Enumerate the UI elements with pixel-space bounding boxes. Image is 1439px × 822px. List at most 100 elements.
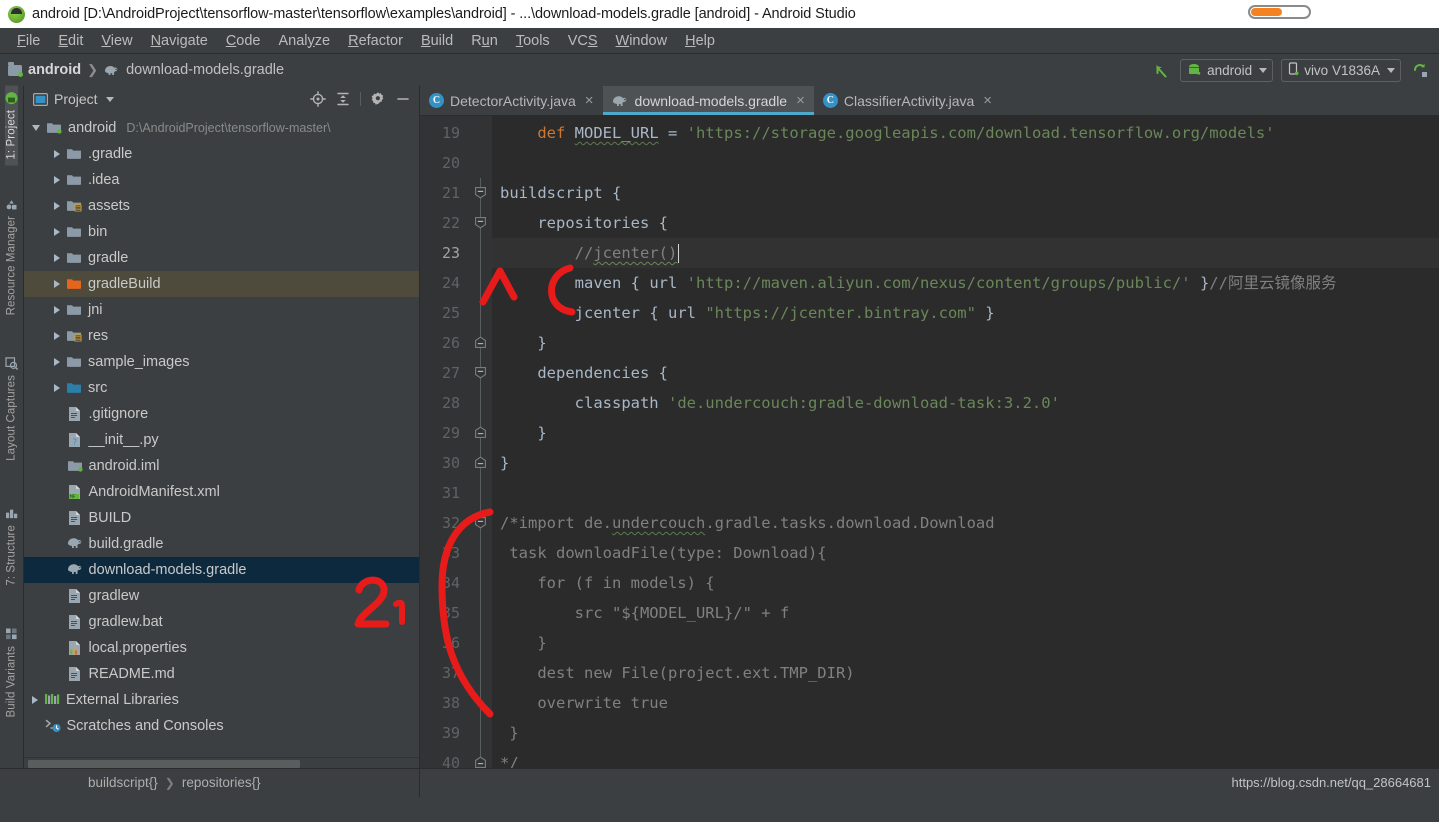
tree-node-idea[interactable]: .idea <box>24 167 419 193</box>
code-text[interactable]: def MODEL_URL = 'https://storage.googlea… <box>492 116 1439 768</box>
device-selector[interactable]: vivo V1836A <box>1281 58 1401 82</box>
code-line[interactable]: repositories { <box>492 208 1439 238</box>
minimize-icon[interactable] <box>395 91 411 107</box>
breadcrumb-file[interactable]: download-models.gradle <box>104 62 284 78</box>
tree-node-android[interactable]: android D:\AndroidProject\tensorflow-mast… <box>24 115 419 141</box>
breadcrumb-module[interactable]: android <box>8 61 81 78</box>
menu-item-view[interactable]: View <box>92 31 141 51</box>
menu-item-help[interactable]: Help <box>676 31 724 51</box>
chevron-right-icon[interactable] <box>32 696 38 704</box>
tree-node-gradle[interactable]: gradle <box>24 245 419 271</box>
chevron-right-icon[interactable] <box>54 332 60 340</box>
code-line[interactable]: dest new File(project.ext.TMP_DIR) <box>492 658 1439 688</box>
tree-node-gradlew[interactable]: gradlew <box>24 583 419 609</box>
code-line[interactable]: } <box>492 328 1439 358</box>
menu-item-window[interactable]: Window <box>607 31 677 51</box>
menu-item-analyze[interactable]: Analyze <box>270 31 340 51</box>
tree-node-androidmanifest-xml[interactable]: MF AndroidManifest.xml <box>24 479 419 505</box>
code-line[interactable]: jcenter { url "https://jcenter.bintray.c… <box>492 298 1439 328</box>
editor-tab-detectoractivity-java[interactable]: C DetectorActivity.java × <box>420 86 603 115</box>
fold-expand-icon[interactable] <box>474 456 487 469</box>
project-tree[interactable]: android D:\AndroidProject\tensorflow-mast… <box>24 112 419 757</box>
close-icon[interactable]: × <box>585 93 594 108</box>
code-editor[interactable]: 19 20 21 22 23 24 25 26 27 28 29 30 31 32 33 34 35 36 37 38… <box>420 116 1439 768</box>
tree-node-android-iml[interactable]: android.iml <box>24 453 419 479</box>
tree-node-download-models-gradle[interactable]: download-models.gradle <box>24 557 419 583</box>
code-line[interactable]: //jcenter() <box>492 238 1439 268</box>
tree-node-gradlew-bat[interactable]: gradlew.bat <box>24 609 419 635</box>
gradle-sync-icon[interactable] <box>1409 59 1431 81</box>
code-line[interactable] <box>492 478 1439 508</box>
close-icon[interactable]: × <box>796 93 805 108</box>
chevron-right-icon[interactable] <box>54 150 60 158</box>
fold-collapse-icon[interactable] <box>474 186 487 199</box>
code-line[interactable]: dependencies { <box>492 358 1439 388</box>
tree-node-scratches-and-consoles[interactable]: Scratches and Consoles <box>24 713 419 739</box>
scrollbar-thumb[interactable] <box>28 760 300 768</box>
fold-collapse-icon[interactable] <box>474 216 487 229</box>
tree-node-init-py[interactable]: ? __init__.py <box>24 427 419 453</box>
tree-node-gradlebuild[interactable]: gradleBuild <box>24 271 419 297</box>
code-line[interactable]: } <box>492 418 1439 448</box>
tool-window-tab-structure[interactable]: 7: Structure <box>5 501 18 592</box>
tree-node-jni[interactable]: jni <box>24 297 419 323</box>
code-line[interactable] <box>492 148 1439 178</box>
fold-expand-icon[interactable] <box>474 336 487 349</box>
tree-node-bin[interactable]: bin <box>24 219 419 245</box>
tree-node-gradle[interactable]: .gradle <box>24 141 419 167</box>
menu-item-edit[interactable]: Edit <box>49 31 92 51</box>
editor-tab-download-models-gradle[interactable]: download-models.gradle × <box>602 86 815 115</box>
menu-item-vcs[interactable]: VCS <box>559 31 607 51</box>
close-icon[interactable]: × <box>983 93 992 108</box>
menu-item-navigate[interactable]: Navigate <box>142 31 217 51</box>
tree-node-build[interactable]: BUILD <box>24 505 419 531</box>
code-line[interactable]: } <box>492 448 1439 478</box>
tree-node-external-libraries[interactable]: External Libraries <box>24 687 419 713</box>
chevron-down-icon[interactable] <box>32 125 40 131</box>
menu-item-run[interactable]: Run <box>462 31 507 51</box>
chevron-right-icon[interactable] <box>54 306 60 314</box>
tree-node-build-gradle[interactable]: build.gradle <box>24 531 419 557</box>
back-arrow-icon[interactable] <box>1150 59 1172 81</box>
code-line[interactable]: for (f in models) { <box>492 568 1439 598</box>
tree-node-local-properties[interactable]: local.properties <box>24 635 419 661</box>
tree-node-readme-md[interactable]: README.md <box>24 661 419 687</box>
tree-node-gitignore[interactable]: .gitignore <box>24 401 419 427</box>
code-line[interactable]: buildscript { <box>492 178 1439 208</box>
locate-icon[interactable] <box>310 91 326 107</box>
collapse-all-icon[interactable] <box>335 91 351 107</box>
tree-node-assets[interactable]: assets <box>24 193 419 219</box>
tool-window-tab-layout-captures[interactable]: Layout Captures <box>5 351 19 467</box>
fold-collapse-icon[interactable] <box>474 516 487 529</box>
tree-node-res[interactable]: res <box>24 323 419 349</box>
menu-item-file[interactable]: File <box>8 31 49 51</box>
menu-item-tools[interactable]: Tools <box>507 31 559 51</box>
code-line[interactable]: /*import de.undercouch.gradle.tasks.down… <box>492 508 1439 538</box>
tool-window-tab-project[interactable]: 1: Project <box>5 86 18 166</box>
menu-item-code[interactable]: Code <box>217 31 270 51</box>
chevron-right-icon[interactable] <box>54 228 60 236</box>
chevron-right-icon[interactable] <box>54 384 60 392</box>
code-line[interactable]: } <box>492 718 1439 748</box>
code-line[interactable]: def MODEL_URL = 'https://storage.googlea… <box>492 118 1439 148</box>
tool-window-tab-build-variants[interactable]: Build Variants <box>5 622 18 724</box>
fold-expand-icon[interactable] <box>474 426 487 439</box>
chevron-right-icon[interactable] <box>54 358 60 366</box>
chevron-right-icon[interactable] <box>54 202 60 210</box>
chevron-right-icon[interactable] <box>54 176 60 184</box>
chevron-right-icon[interactable] <box>54 254 60 262</box>
code-line[interactable]: maven { url 'http://maven.aliyun.com/nex… <box>492 268 1439 298</box>
tree-node-sample-images[interactable]: sample_images <box>24 349 419 375</box>
code-line[interactable]: */ <box>492 748 1439 768</box>
tree-node-src[interactable]: src <box>24 375 419 401</box>
tool-window-tab-resource-manager[interactable]: Resource Manager <box>5 192 18 321</box>
gear-icon[interactable] <box>370 91 386 107</box>
fold-expand-icon[interactable] <box>474 756 487 768</box>
code-line[interactable]: } <box>492 628 1439 658</box>
code-line[interactable]: src "${MODEL_URL}/" + f <box>492 598 1439 628</box>
code-line[interactable]: classpath 'de.undercouch:gradle-download… <box>492 388 1439 418</box>
project-horizontal-scrollbar[interactable] <box>24 757 419 768</box>
code-folding-gutter[interactable] <box>470 116 492 768</box>
menu-item-build[interactable]: Build <box>412 31 462 51</box>
code-line[interactable]: overwrite true <box>492 688 1439 718</box>
